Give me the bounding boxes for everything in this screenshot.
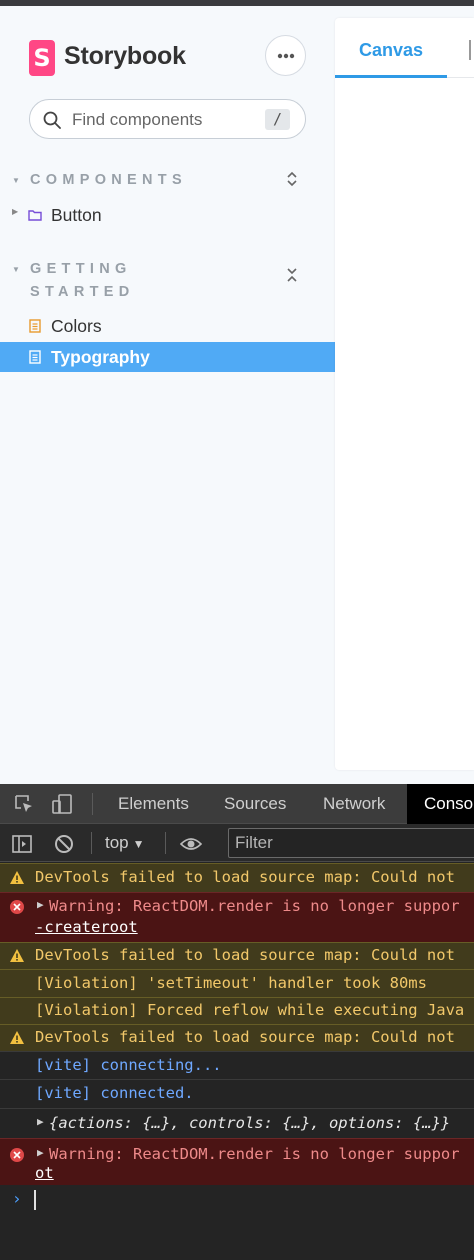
tree-item-label: Button <box>51 205 102 225</box>
preview-tabs: Canvas <box>335 18 474 78</box>
section-title-line1: GETTING <box>30 261 132 277</box>
console-message-violation[interactable]: [Violation] 'setTimeout' handler took 80… <box>0 969 474 997</box>
message-text: [Violation] Forced reflow while executin… <box>35 1001 465 1019</box>
console-message-warning[interactable]: DevTools failed to load source map: Coul… <box>0 863 474 892</box>
console-message-error[interactable]: ▶ Warning: ReactDOM.render is no longer … <box>0 1138 474 1185</box>
dropdown-arrow-icon: ▼ <box>132 837 145 851</box>
message-link[interactable]: -createroot <box>35 918 138 936</box>
expand-triangle-icon[interactable]: ▶ <box>37 898 44 911</box>
message-text: [vite] connecting... <box>35 1056 222 1074</box>
message-text: Warning: ReactDOM.render is no longer su… <box>49 897 460 915</box>
sidebar: S Storybook / ▼ COMPONENTS ▶ Button ▼ GE… <box>0 6 335 784</box>
storybook-logo-icon[interactable]: S <box>29 40 55 76</box>
caret-down-icon: ▼ <box>12 176 20 185</box>
message-text: Warning: ReactDOM.render is no longer su… <box>49 1145 460 1163</box>
console-message-warning[interactable]: DevTools failed to load source map: Coul… <box>0 1024 474 1051</box>
error-icon <box>10 900 24 914</box>
error-icon <box>10 1148 24 1162</box>
caret-right-icon: ▶ <box>12 207 19 216</box>
message-link[interactable]: ot <box>35 1164 54 1182</box>
inspect-element-icon[interactable] <box>13 793 35 815</box>
message-text: [vite] connected. <box>35 1084 194 1102</box>
toolbar-divider <box>92 793 93 815</box>
console-message-warning[interactable]: DevTools failed to load source map: Coul… <box>0 942 474 969</box>
toolbar-divider <box>91 832 92 854</box>
message-text: DevTools failed to load source map: Coul… <box>35 868 455 886</box>
document-icon <box>29 319 41 333</box>
warning-icon <box>10 871 24 884</box>
expand-collapse-icon[interactable] <box>285 170 299 188</box>
message-text: {actions: {…}, controls: {…}, options: {… <box>49 1114 451 1132</box>
console-message-info[interactable]: [vite] connected. <box>0 1079 474 1108</box>
tree-item-colors[interactable]: Colors <box>0 311 335 341</box>
search-shortcut-key: / <box>265 109 290 130</box>
search-input[interactable] <box>72 107 282 133</box>
console-toolbar: top ▼ <box>0 824 474 862</box>
tab-next-partial[interactable] <box>469 40 471 60</box>
tab-console[interactable]: Conso <box>407 784 474 824</box>
text-cursor <box>34 1190 36 1210</box>
ellipsis-icon <box>277 53 294 58</box>
expand-triangle-icon[interactable]: ▶ <box>37 1115 44 1128</box>
tab-elements[interactable]: Elements <box>118 784 189 824</box>
toolbar-divider <box>165 832 166 854</box>
eye-icon[interactable] <box>180 833 202 855</box>
console-message-error[interactable]: ▶ Warning: ReactDOM.render is no longer … <box>0 892 474 942</box>
context-value: top <box>105 833 129 852</box>
console-prompt[interactable]: › <box>0 1185 474 1215</box>
device-toolbar-icon[interactable] <box>51 793 73 815</box>
prompt-chevron-icon: › <box>12 1189 22 1208</box>
filter-box[interactable] <box>228 828 474 858</box>
tree-item-label: Typography <box>51 347 150 367</box>
section-title: COMPONENTS <box>30 172 187 188</box>
sidebar-toggle-icon[interactable] <box>11 833 33 855</box>
warning-icon <box>10 1031 24 1044</box>
console-message-violation[interactable]: [Violation] Forced reflow while executin… <box>0 997 474 1024</box>
more-options-button[interactable] <box>265 35 306 76</box>
folder-icon <box>28 210 42 221</box>
message-text: [Violation] 'setTimeout' handler took 80… <box>35 974 427 992</box>
warning-icon <box>10 949 24 962</box>
tree-item-typography[interactable]: Typography <box>0 342 335 372</box>
tree-item-button[interactable]: ▶ Button <box>0 200 335 230</box>
expand-triangle-icon[interactable]: ▶ <box>37 1146 44 1159</box>
tab-canvas[interactable]: Canvas <box>335 18 447 78</box>
filter-input[interactable] <box>235 832 465 854</box>
devtools-tabbar: Elements Sources Network Conso <box>0 784 474 824</box>
message-text: DevTools failed to load source map: Coul… <box>35 946 455 964</box>
canvas-panel: Canvas <box>335 18 474 770</box>
console-message-info[interactable]: [vite] connecting... <box>0 1051 474 1079</box>
search-box[interactable]: / <box>29 99 306 139</box>
message-text: DevTools failed to load source map: Coul… <box>35 1028 455 1046</box>
tab-network[interactable]: Network <box>323 784 385 824</box>
tree-item-label: Colors <box>51 316 102 336</box>
clear-console-icon[interactable] <box>53 833 75 855</box>
context-selector[interactable]: top ▼ <box>105 833 145 853</box>
section-title-line2: STARTED <box>30 284 135 300</box>
document-icon <box>29 350 41 364</box>
tab-sources[interactable]: Sources <box>224 784 286 824</box>
caret-down-icon: ▼ <box>12 265 20 274</box>
search-icon <box>43 111 61 129</box>
brand-name[interactable]: Storybook <box>64 42 186 71</box>
console-message-object[interactable]: ▶ {actions: {…}, controls: {…}, options:… <box>0 1108 474 1138</box>
collapse-icon[interactable] <box>285 266 299 284</box>
